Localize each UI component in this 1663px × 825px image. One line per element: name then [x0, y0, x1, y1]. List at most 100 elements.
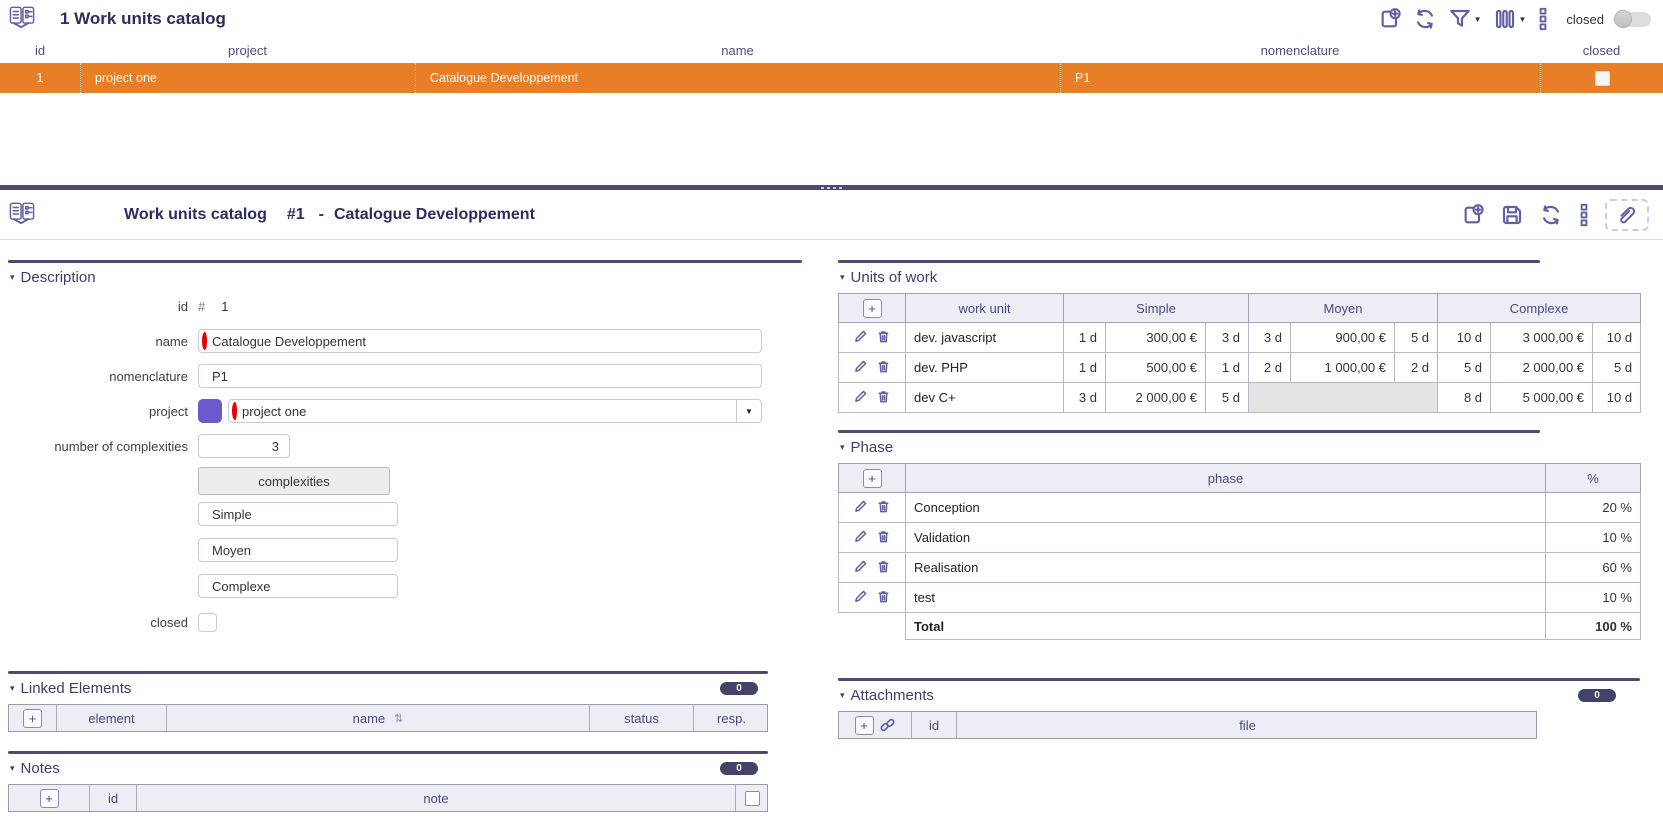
row-project: project one	[80, 63, 415, 93]
more-options-icon[interactable]	[1537, 7, 1549, 31]
field-project: project project one ▼	[8, 398, 768, 424]
refresh-icon[interactable]	[1539, 203, 1563, 227]
col-header-id[interactable]: id	[0, 43, 80, 58]
phase-name: Realisation	[905, 552, 1546, 583]
num-complexities-input[interactable]: 3	[198, 434, 290, 458]
list-toolbar: ▼ ▼ closed	[1378, 7, 1651, 31]
closed-checkbox[interactable]	[198, 612, 217, 632]
project-dropdown-button[interactable]: ▼	[736, 400, 761, 422]
add-work-unit-button[interactable]: +	[862, 298, 882, 318]
refresh-icon[interactable]	[1413, 7, 1437, 31]
add-note-button[interactable]: +	[39, 788, 59, 808]
field-label: id	[177, 298, 188, 314]
col-header-note[interactable]: note	[136, 785, 735, 811]
hash-icon: #	[198, 298, 206, 314]
name-input[interactable]: Catalogue Developpement	[198, 329, 762, 353]
units-table-header-row: + work unit Simple Moyen Complexe	[838, 293, 1642, 323]
row-id: 1	[36, 71, 44, 85]
delete-icon[interactable]	[876, 559, 891, 574]
col-header-file[interactable]: file	[956, 712, 1538, 738]
row-name: Catalogue Developpement	[415, 63, 1060, 93]
count-badge: 0	[1578, 689, 1616, 702]
project-color-swatch[interactable]	[198, 399, 222, 423]
catalog-book-icon	[8, 5, 36, 33]
phase-row: test 10 %	[838, 582, 1641, 613]
edit-icon[interactable]	[853, 359, 868, 374]
left-column: ▾ Description id # 1 name Catalogue Deve…	[8, 240, 802, 812]
edit-icon[interactable]	[853, 499, 868, 514]
notes-header-checkbox[interactable]	[745, 790, 760, 806]
add-phase-button[interactable]: +	[862, 468, 882, 488]
attachments-header[interactable]: ▾ Attachments 0	[838, 681, 1642, 711]
columns-icon[interactable]	[1493, 7, 1517, 31]
add-record-icon[interactable]	[1461, 203, 1485, 227]
col-header-name[interactable]: name ⇅	[166, 705, 589, 731]
value-cell: 3 000,00 €	[1490, 322, 1594, 353]
link-icon[interactable]	[879, 717, 896, 734]
col-header-simple[interactable]: Simple	[1063, 293, 1249, 323]
col-header-project[interactable]: project	[80, 43, 415, 58]
closed-toggle[interactable]	[1614, 9, 1651, 28]
delete-icon[interactable]	[876, 359, 891, 374]
delete-icon[interactable]	[876, 329, 891, 344]
row-closed-checkbox[interactable]	[1594, 70, 1610, 86]
col-header-element[interactable]: element	[56, 705, 166, 731]
edit-icon[interactable]	[853, 589, 868, 604]
col-header-work-unit[interactable]: work unit	[905, 293, 1064, 323]
description-header[interactable]: ▾ Description	[8, 263, 768, 293]
col-header-phase[interactable]: phase	[905, 463, 1546, 493]
complexity-input-2[interactable]: Moyen	[198, 538, 398, 562]
add-linked-element-button[interactable]: +	[23, 708, 42, 728]
count-badge: 0	[720, 682, 758, 695]
value-cell: 5 d	[1437, 352, 1492, 383]
detail-header: Work units catalog #1 - Catalogue Develo…	[0, 190, 1663, 240]
add-record-icon[interactable]	[1378, 7, 1402, 31]
value-cell: 5 000,00 €	[1490, 382, 1594, 413]
nomenclature-input[interactable]: P1	[198, 364, 762, 388]
value-cell: 2 d	[1393, 352, 1439, 383]
collapse-icon: ▾	[10, 683, 15, 693]
col-header-name[interactable]: name	[415, 43, 1060, 58]
col-header-moyen[interactable]: Moyen	[1247, 293, 1439, 323]
value-cell: 8 d	[1437, 382, 1492, 413]
add-attachment-button[interactable]: +	[854, 715, 874, 735]
col-header-closed[interactable]: closed	[1540, 43, 1663, 58]
col-header-resp[interactable]: resp.	[693, 705, 769, 731]
col-header-id[interactable]: id	[911, 712, 956, 738]
complexities-header[interactable]: complexities	[198, 467, 390, 495]
filter-icon[interactable]	[1448, 7, 1472, 31]
delete-icon[interactable]	[876, 499, 891, 514]
save-icon[interactable]	[1500, 203, 1524, 227]
more-options-icon[interactable]	[1578, 203, 1590, 227]
edit-icon[interactable]	[853, 389, 868, 404]
project-select[interactable]: project one ▼	[228, 399, 762, 423]
table-row-selected[interactable]: 1 project one Catalogue Developpement P1	[0, 63, 1663, 93]
filter-dropdown-icon[interactable]: ▼	[1474, 15, 1482, 24]
col-header-id[interactable]: id	[89, 785, 136, 811]
plus-icon: +	[868, 300, 876, 316]
delete-icon[interactable]	[876, 389, 891, 404]
complexity-input-1[interactable]: Simple	[198, 502, 398, 526]
notes-header[interactable]: ▾ Notes 0	[8, 754, 770, 784]
work-unit-row: dev. javascript 1 d 300,00 € 3 d 3 d 900…	[838, 322, 1642, 353]
units-of-work-header[interactable]: ▾ Units of work	[838, 263, 1640, 293]
edit-icon[interactable]	[853, 329, 868, 344]
field-label: number of complexities	[54, 438, 188, 454]
col-header-nomenclature[interactable]: nomenclature	[1060, 43, 1540, 58]
attachments-drop-zone[interactable]	[1605, 198, 1649, 231]
edit-icon[interactable]	[853, 529, 868, 544]
delete-icon[interactable]	[876, 589, 891, 604]
edit-icon[interactable]	[853, 559, 868, 574]
section-units-of-work: ▾ Units of work + work unit Simple Moyen	[838, 260, 1642, 413]
complexity-input-3[interactable]: Complexe	[198, 574, 398, 598]
phase-name: Validation	[905, 522, 1546, 553]
col-header-status[interactable]: status	[589, 705, 693, 731]
phase-header[interactable]: ▾ Phase	[838, 433, 1640, 463]
linked-elements-header[interactable]: ▾ Linked Elements 0	[8, 674, 770, 704]
delete-icon[interactable]	[876, 529, 891, 544]
columns-dropdown-icon[interactable]: ▼	[1519, 15, 1527, 24]
toggle-knob	[1614, 9, 1632, 28]
col-header-complexe[interactable]: Complexe	[1437, 293, 1642, 323]
value-cell: 2 000,00 €	[1105, 382, 1206, 413]
col-header-percent[interactable]: %	[1545, 463, 1641, 493]
